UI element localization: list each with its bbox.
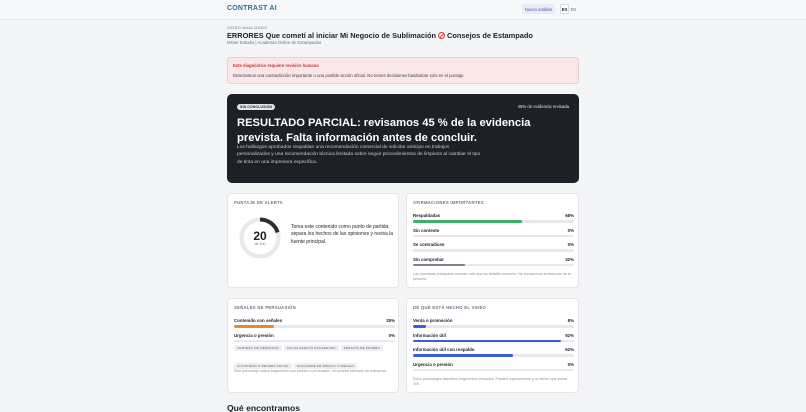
video-label: VIDEO ANALIZADO: [227, 25, 268, 30]
metric-label: Respaldadas: [413, 213, 441, 218]
metric-bar-track: [413, 220, 574, 223]
metric-bar-fill: [413, 220, 523, 223]
lang-en-button[interactable]: EN: [569, 4, 578, 14]
metric-label: Sin comprobar: [413, 256, 444, 262]
score-card-title: PUNTAJE DE ALERTA: [234, 200, 283, 205]
metric-value: 32%: [565, 256, 574, 262]
persuasion-chip: CAUSA-EFECTO EXAGERADO: [283, 345, 339, 351]
video-title-part2: Consejos de Estampado: [447, 31, 533, 40]
metric-bar-track: [234, 325, 395, 328]
result-title: RESULTADO PARCIAL: revisamos 45 % de la …: [237, 117, 531, 144]
video-title-part1: ERRORES Que cometí al iniciar Mi Negocio…: [227, 31, 437, 40]
metric-label: Urgencia o presión: [234, 332, 274, 338]
video-composition-card: DE QUÉ ESTÁ HECHO EL VIDEO Venta o promo…: [406, 298, 579, 393]
metric-bar-track: [413, 354, 574, 357]
metric-value: 92%: [565, 332, 574, 338]
alert-score-card: PUNTAJE DE ALERTA 20 de 100 Toma este co…: [227, 193, 399, 288]
metric-bar-fill: [413, 325, 426, 328]
evidence-reviewed: 45% de evidencia revisada: [517, 104, 569, 109]
metric-bar-fill: [234, 325, 275, 328]
metric-bar-track: [234, 339, 395, 342]
metric-bar-fill: [413, 354, 513, 357]
result-hero: SIN CONCLUSIÓN 45% de evidencia revisada…: [227, 94, 579, 183]
metric-label: Información útil con respaldo: [413, 347, 475, 352]
top-bar: CONTRAST AI Nuevo análisis ES EN: [0, 0, 806, 20]
metric-bar-track: [413, 234, 574, 237]
metric-value: 8%: [567, 318, 574, 323]
metric-label: Venta o promoción: [413, 318, 453, 323]
new-analysis-button[interactable]: Nuevo análisis: [522, 4, 555, 14]
alert-body: Detectamos una contradicción importante …: [233, 73, 465, 78]
persuasion-chip: CERTEZA SIN RESPALDO: [234, 345, 282, 351]
metric-bar-track: [413, 249, 574, 252]
review-alert: Este diagnóstico requiere revisión human…: [227, 57, 579, 84]
metric-label: Sin contexto: [413, 227, 440, 233]
status-badge: SIN CONCLUSIÓN: [237, 104, 276, 110]
metric-value: 62%: [565, 347, 574, 352]
persuasion-note: Este porcentaje marca fragmentos con pre…: [234, 369, 387, 373]
composition-card-title: DE QUÉ ESTÁ HECHO EL VIDEO: [413, 305, 487, 310]
metric-label: Información útil: [413, 332, 446, 338]
persuasion-chip: PRESIÓN DE PRUEBA: [340, 345, 383, 351]
claims-card-title: AFIRMACIONES IMPORTANTES: [413, 200, 484, 205]
persuasion-card: SEÑALES DE PERSUASIÓN Contenido con seña…: [227, 298, 399, 393]
claims-note: Las promesas principales cuentan más que…: [413, 272, 571, 281]
channel-name: Mister Estudio | Academia Online de Esta…: [227, 40, 322, 45]
alert-title: Este diagnóstico requiere revisión human…: [233, 63, 319, 68]
metric-label: Urgencia o presión: [413, 361, 453, 367]
persuasion-chips: CERTEZA SIN RESPALDO CAUSA-EFECTO EXAGERA…: [234, 345, 396, 381]
metric-value: 0%: [567, 227, 574, 233]
metric-label: Contenido con señales: [234, 318, 283, 323]
metric-value: 0%: [567, 242, 574, 247]
claims-card: AFIRMACIONES IMPORTANTES Respaldadas 68% S…: [406, 193, 579, 288]
lang-es-button[interactable]: ES: [560, 4, 569, 14]
metric-label: Se contradicen: [413, 242, 445, 247]
metric-bar-fill: [413, 339, 562, 342]
score-max: de 100: [254, 242, 266, 246]
score-advice: Toma este contenido como punto de partid…: [291, 224, 394, 245]
score-value: 20: [253, 229, 267, 243]
metric-bar-track: [413, 368, 574, 371]
metric-value: 0%: [567, 361, 574, 367]
composition-note: Estos porcentajes describen fragmentos r…: [413, 377, 568, 386]
metric-bar-track: [413, 339, 574, 342]
metric-bar-track: [413, 325, 574, 328]
metric-bar-fill: [413, 263, 465, 266]
persuasion-card-title: SEÑALES DE PERSUASIÓN: [234, 305, 296, 310]
metric-value: 0%: [388, 332, 395, 338]
video-title: ERRORES Que cometí al iniciar Mi Negocio…: [227, 31, 533, 40]
brand-logo[interactable]: CONTRAST AI: [227, 5, 277, 12]
metric-bar-track: [413, 263, 574, 266]
prohibited-icon: [438, 32, 446, 39]
findings-heading: Qué encontramos: [227, 403, 301, 412]
result-summary: Los hallazgos aprobados respaldan una re…: [237, 145, 481, 165]
metric-value: 25%: [386, 318, 395, 323]
metric-value: 68%: [565, 213, 574, 218]
